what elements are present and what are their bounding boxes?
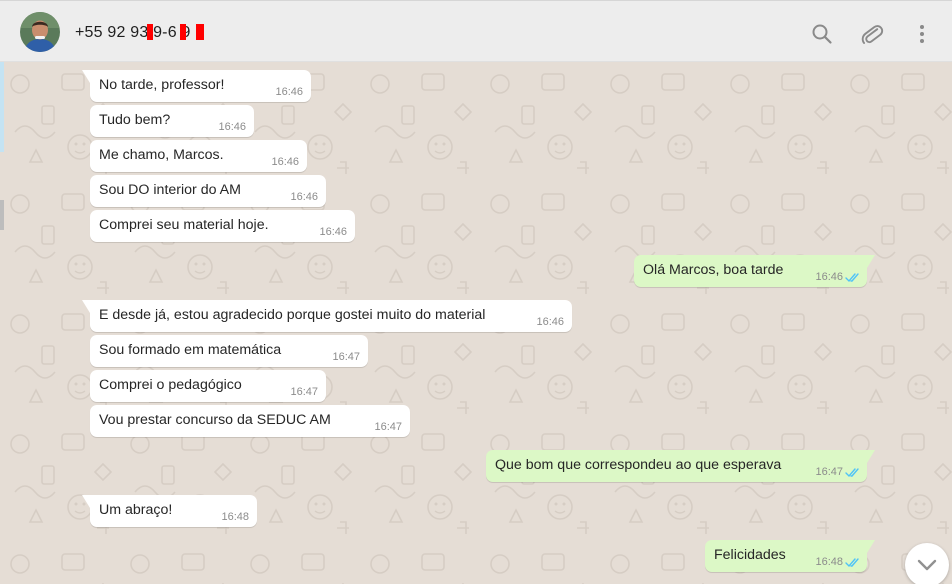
message-timestamp: 16:48	[815, 556, 843, 568]
paperclip-icon[interactable]	[860, 22, 884, 46]
message-text: No tarde, professor!	[99, 77, 225, 93]
incoming-message-bubble[interactable]: Tudo bem? 16:46	[90, 105, 254, 137]
message-text: Tudo bem?	[99, 112, 171, 128]
side-strip	[0, 200, 4, 230]
message-text: Vou prestar concurso da SEDUC AM	[99, 412, 331, 428]
message-timestamp: 16:48	[221, 511, 249, 523]
message-timestamp: 16:46	[275, 86, 303, 98]
contact-avatar[interactable]	[20, 12, 60, 52]
incoming-message-bubble[interactable]: Me chamo, Marcos. 16:46	[90, 140, 307, 172]
message-timestamp: 16:47	[815, 466, 843, 478]
message-text: Que bom que correspondeu ao que esperava	[495, 457, 782, 473]
incoming-message-bubble[interactable]: Comprei seu material hoje. 16:46	[90, 210, 355, 242]
message-timestamp: 16:47	[374, 421, 402, 433]
incoming-message-bubble[interactable]: Sou formado em matemática 16:47	[90, 335, 368, 367]
message-text: Olá Marcos, boa tarde	[643, 262, 784, 278]
message-text: Comprei seu material hoje.	[99, 217, 269, 233]
incoming-message-bubble[interactable]: Sou DO interior do AM 16:46	[90, 175, 326, 207]
message-timestamp: 16:47	[332, 351, 360, 363]
message-list[interactable]: No tarde, professor! 16:46 Tudo bem? 16:46 M…	[0, 62, 952, 584]
message-timestamp: 16:46	[319, 226, 347, 238]
message-text: Sou formado em matemática	[99, 342, 282, 358]
outgoing-message-bubble[interactable]: Que bom que correspondeu ao que esperava…	[486, 450, 875, 482]
bubble-tail-icon	[867, 255, 875, 268]
bubble-tail-icon	[867, 450, 875, 463]
redaction-mark	[196, 24, 204, 40]
scroll-to-bottom-button[interactable]	[905, 543, 949, 584]
message-timestamp: 16:46	[536, 316, 564, 328]
side-strip	[0, 62, 4, 152]
incoming-message-bubble[interactable]: Vou prestar concurso da SEDUC AM 16:47	[90, 405, 410, 437]
message-timestamp: 16:46	[271, 156, 299, 168]
incoming-message-bubble[interactable]: Um abraço! 16:48	[82, 495, 257, 527]
message-timestamp: 16:47	[290, 386, 318, 398]
more-vertical-icon[interactable]	[910, 22, 934, 46]
message-text: Um abraço!	[99, 502, 173, 518]
chevron-down-icon	[917, 559, 937, 571]
outgoing-message-bubble[interactable]: Felicidades 16:48	[705, 540, 875, 572]
outgoing-message-bubble[interactable]: Olá Marcos, boa tarde 16:46	[634, 255, 875, 287]
incoming-message-bubble[interactable]: Comprei o pedagógico 16:47	[90, 370, 326, 402]
search-icon[interactable]	[810, 22, 834, 46]
message-text: E desde já, estou agradecido porque gost…	[99, 307, 486, 323]
contact-name[interactable]: +55 92 93 9-6 9	[75, 24, 191, 42]
bubble-tail-icon	[82, 495, 90, 508]
redaction-mark	[147, 24, 153, 40]
bubble-tail-icon	[82, 300, 90, 313]
read-receipt-icon	[845, 273, 859, 283]
message-text: Me chamo, Marcos.	[99, 147, 224, 163]
message-text: Comprei o pedagógico	[99, 377, 242, 393]
message-timestamp: 16:46	[815, 271, 843, 283]
message-timestamp: 16:46	[290, 191, 318, 203]
incoming-message-bubble[interactable]: E desde já, estou agradecido porque gost…	[82, 300, 572, 332]
message-text: Felicidades	[714, 547, 786, 563]
avatar-photo-icon	[20, 12, 60, 52]
chat-header: +55 92 93 9-6 9	[0, 0, 952, 62]
redaction-mark	[180, 24, 186, 40]
bubble-tail-icon	[82, 70, 90, 83]
bubble-tail-icon	[867, 540, 875, 553]
incoming-message-bubble[interactable]: No tarde, professor! 16:46	[82, 70, 311, 102]
message-text: Sou DO interior do AM	[99, 182, 241, 198]
read-receipt-icon	[845, 558, 859, 568]
read-receipt-icon	[845, 468, 859, 478]
message-timestamp: 16:46	[218, 121, 246, 133]
